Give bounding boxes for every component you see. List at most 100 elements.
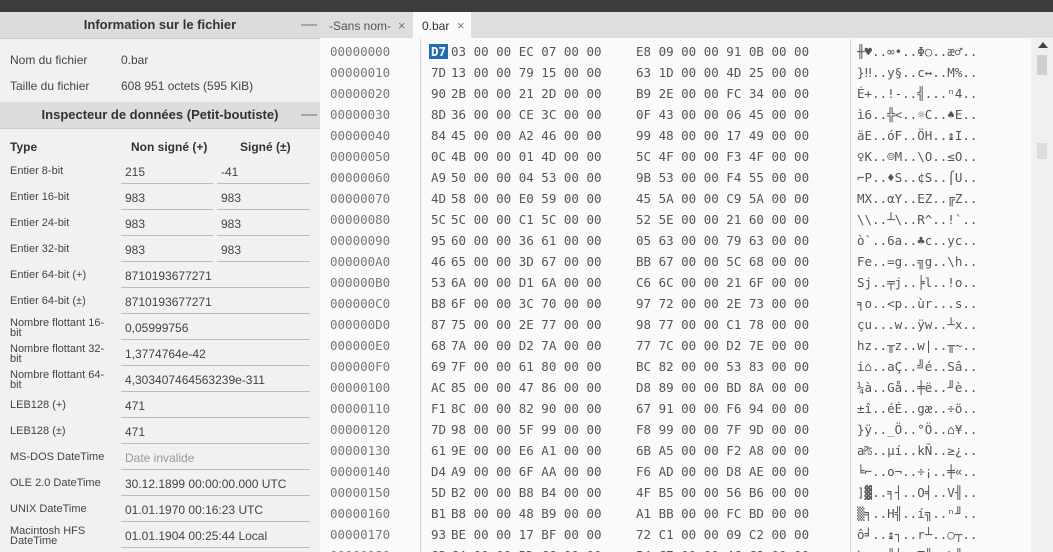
hex-byte[interactable]: 4D [431,191,446,206]
hex-bytes[interactable]: 13 00 00 79 15 00 00 [451,65,602,80]
ascii-text[interactable]: ì6..╬<..☼C..♠E.. [857,107,977,122]
hex-byte[interactable]: 93 [431,527,446,542]
hex-bytes[interactable]: 4B 00 00 01 4D 00 00 [451,149,602,164]
hex-bytes[interactable]: E8 09 00 00 91 0B 00 00 [636,44,809,59]
tab-0bar[interactable]: 0.bar × [413,12,471,38]
vertical-scrollbar[interactable] [1031,39,1053,552]
ascii-text[interactable]: É+..!-..╣...ⁿ4.. [857,86,977,101]
ascii-text[interactable]: ±î..éÉ..gæ..÷ö.. [857,401,977,416]
hex-bytes[interactable]: 7A 00 00 D2 7A 00 00 [451,338,602,353]
hex-bytes[interactable]: 85 00 00 47 86 00 00 [451,380,602,395]
unsigned-value-field[interactable]: 215 [121,159,213,184]
value-field[interactable]: 01.01.1970 00:16:23 UTC [121,497,310,522]
file-info-header[interactable]: Information sur le fichier — [0,12,320,39]
hex-byte[interactable]: 8D [431,107,446,122]
hex-byte[interactable]: 53 [431,275,446,290]
ascii-text[interactable]: ¼à..Gå..╪ë..╜è.. [857,380,977,395]
hex-bytes[interactable]: 45 00 00 A2 46 00 00 [451,128,602,143]
ascii-text[interactable]: MX..αY..EZ..╔Z.. [857,191,977,206]
value-field[interactable]: 471 [121,419,310,444]
ascii-text[interactable]: ╫♥..∞•..Φ○..æ♂.. [857,44,977,59]
close-icon[interactable]: × [398,12,406,40]
value-field[interactable]: 01.01.1904 00:25:44 Local [121,523,310,548]
hex-bytes[interactable]: F6 AD 00 00 D8 AE 00 00 [636,464,809,479]
value-field[interactable]: 4,303407464563239e-311 [121,367,310,392]
ascii-text[interactable]: ╕o..<p..ùr...s.. [857,296,977,311]
ascii-text[interactable]: }ÿ.._Ö..°Ö..⌂¥.. [857,422,977,437]
ascii-text[interactable]: Fe..=g..╗g..\h.. [857,254,977,269]
ascii-text[interactable]: ]▓..╕┤..O╡..V╢.. [857,485,977,500]
value-field[interactable]: 1,3774764e-42 [121,341,310,366]
hex-bytes[interactable]: F8 99 00 00 7F 9D 00 00 [636,422,809,437]
value-field[interactable]: 8710193677271 [121,263,310,288]
ascii-text[interactable]: ♀K..☺M..\O..≤O.. [857,149,977,164]
signed-value-field[interactable]: 983 [217,185,310,210]
inspector-header[interactable]: Inspecteur de données (Petit-boutiste) — [0,102,320,129]
ascii-text[interactable]: ╘⌐..o¬..÷¡..╪«.. [857,464,977,479]
hex-bytes[interactable]: 36 00 00 CE 3C 00 00 [451,107,602,122]
hex-byte[interactable]: 84 [431,128,446,143]
unsigned-value-field[interactable]: 983 [121,185,213,210]
collapse-icon[interactable]: — [298,12,320,38]
ascii-text[interactable]: b─..╜╞..T╟..L╚.. [857,548,977,552]
scrollbar-thumb[interactable] [1037,55,1047,75]
hex-byte[interactable]: D7 [429,44,449,59]
unsigned-value-field[interactable]: 983 [121,237,213,262]
signed-value-field[interactable]: -41 [217,159,310,184]
ascii-text[interactable]: \\..┴\..R^..!`.. [857,212,977,227]
hex-byte[interactable]: B8 [431,296,446,311]
value-field[interactable]: 30.12.1899 00:00:00.000 UTC [121,471,310,496]
hex-bytes[interactable]: BB 67 00 00 5C 68 00 00 [636,254,809,269]
signed-value-field[interactable]: 983 [217,211,310,236]
ascii-text[interactable]: hz..╥z..w|..╥~.. [857,338,977,353]
hex-bytes[interactable]: 5C 00 00 C1 5C 00 00 [451,212,602,227]
hex-byte[interactable]: AC [431,380,446,395]
close-icon[interactable]: × [457,12,465,40]
hex-byte[interactable]: 0C [431,149,446,164]
hex-bytes[interactable]: C6 6C 00 00 21 6F 00 00 [636,275,809,290]
value-field[interactable]: Date invalide [121,445,310,470]
hex-bytes[interactable]: BE 00 00 17 BF 00 00 [451,527,602,542]
value-field[interactable]: 0,05999756 [121,315,310,340]
ascii-text[interactable]: ò`..6a..♣c..yc.. [857,233,977,248]
hex-bytes[interactable]: 54 C7 00 00 4C C8 00 00 [636,548,809,552]
hex-bytes[interactable]: D8 89 00 00 BD 8A 00 00 [636,380,809,395]
hex-bytes[interactable]: 8C 00 00 82 90 00 00 [451,401,602,416]
hex-bytes[interactable]: 98 00 00 5F 99 00 00 [451,422,602,437]
hex-bytes[interactable]: 05 63 00 00 79 63 00 00 [636,233,809,248]
hex-byte[interactable]: 5D [431,485,446,500]
hex-bytes[interactable]: 58 00 00 E0 59 00 00 [451,191,602,206]
hex-byte[interactable]: 61 [431,443,446,458]
hex-byte[interactable]: 5C [431,212,446,227]
hex-bytes[interactable]: 98 77 00 00 C1 78 00 00 [636,317,809,332]
ascii-text[interactable]: i⌂..aÇ..╝é..Sâ.. [857,359,977,374]
hex-byte[interactable]: 62 [431,548,446,552]
hex-bytes[interactable]: 5C 4F 00 00 F3 4F 00 00 [636,149,809,164]
hex-bytes[interactable]: 99 48 00 00 17 49 00 00 [636,128,809,143]
hex-bytes[interactable]: 67 91 00 00 F6 94 00 00 [636,401,809,416]
hex-bytes[interactable]: 2B 00 00 21 2D 00 00 [451,86,602,101]
hex-byte[interactable]: 90 [431,86,446,101]
hex-bytes[interactable]: B8 00 00 48 B9 00 00 [451,506,602,521]
hex-bytes[interactable]: B2 00 00 B8 B4 00 00 [451,485,602,500]
hex-bytes[interactable]: 50 00 00 04 53 00 00 [451,170,602,185]
ascii-text[interactable]: Sj..╤j..╞l..!o.. [857,275,977,290]
ascii-text[interactable]: ⌐P..♦S..¢S..⌠U.. [857,170,977,185]
hex-bytes[interactable]: 6B A5 00 00 F2 A8 00 00 [636,443,809,458]
hex-byte[interactable]: F1 [431,401,446,416]
hex-byte[interactable]: D4 [431,464,446,479]
ascii-text[interactable]: }‼..y§..c↔..M%.. [857,65,977,80]
scroll-up-icon[interactable] [1038,42,1048,48]
hex-byte[interactable]: 69 [431,359,446,374]
hex-bytes[interactable]: 6A 00 00 D1 6A 00 00 [451,275,602,290]
ascii-text[interactable]: ▒╕..H╣..í╗..ⁿ╜.. [857,506,977,521]
signed-value-field[interactable]: 983 [217,237,310,262]
hex-bytes[interactable]: 72 C1 00 00 09 C2 00 00 [636,527,809,542]
hex-byte[interactable]: 87 [431,317,446,332]
hex-bytes[interactable]: 9E 00 00 E6 A1 00 00 [451,443,602,458]
value-field[interactable]: 8710193677271 [121,289,310,314]
value-field[interactable]: 471 [121,393,310,418]
hex-byte[interactable]: A9 [431,170,446,185]
hex-bytes[interactable]: A9 00 00 6F AA 00 00 [451,464,602,479]
hex-bytes[interactable]: 4F B5 00 00 56 B6 00 00 [636,485,809,500]
